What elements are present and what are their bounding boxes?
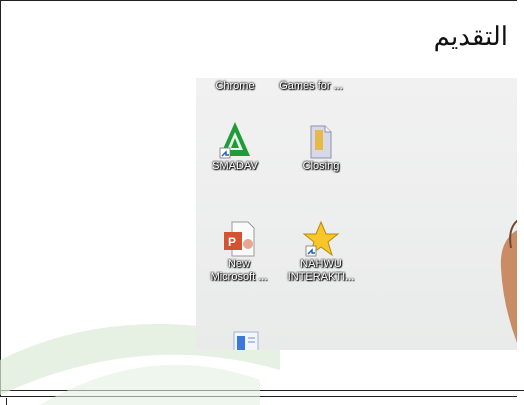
desktop-screenshot: Chrome Games for ... SMADAV Closing P Ne… [196, 78, 517, 350]
svg-text:P: P [228, 235, 236, 249]
smadav-icon [219, 122, 250, 159]
desktop-icon-games[interactable]: Games for ... [274, 78, 348, 93]
document-icon [233, 331, 259, 350]
star-icon [302, 220, 340, 257]
desktop-icon-chrome[interactable]: Chrome [198, 78, 272, 93]
icon-label-line2: INTERAKTI... [287, 271, 355, 283]
bottom-divider [0, 390, 524, 391]
icon-label: Chrome [215, 80, 255, 92]
icon-label-line1: NAHWU [300, 258, 342, 270]
corner-tick [6, 398, 7, 405]
file-icon [310, 125, 332, 159]
desktop-icon-nahwu[interactable]: NAHWU INTERAKTI... [284, 220, 358, 284]
hand-graphic [500, 219, 517, 343]
desktop-icon-smadav[interactable]: SMADAV [198, 120, 272, 173]
icon-label: Closing [302, 160, 340, 172]
icon-label: Games for ... [279, 80, 343, 92]
icon-label-line1: New [227, 258, 250, 270]
desktop-icon-new-ppt[interactable]: P New Microsoft ... [202, 220, 276, 284]
powerpoint-icon: P [224, 221, 255, 257]
icon-label: SMADAV [212, 160, 258, 172]
desktop-icon-closing[interactable]: Closing [284, 124, 358, 173]
slide-heading: التقديم [433, 22, 508, 52]
desktop-icon-document[interactable] [210, 330, 284, 350]
icon-label-line2: Microsoft ... [210, 271, 268, 283]
